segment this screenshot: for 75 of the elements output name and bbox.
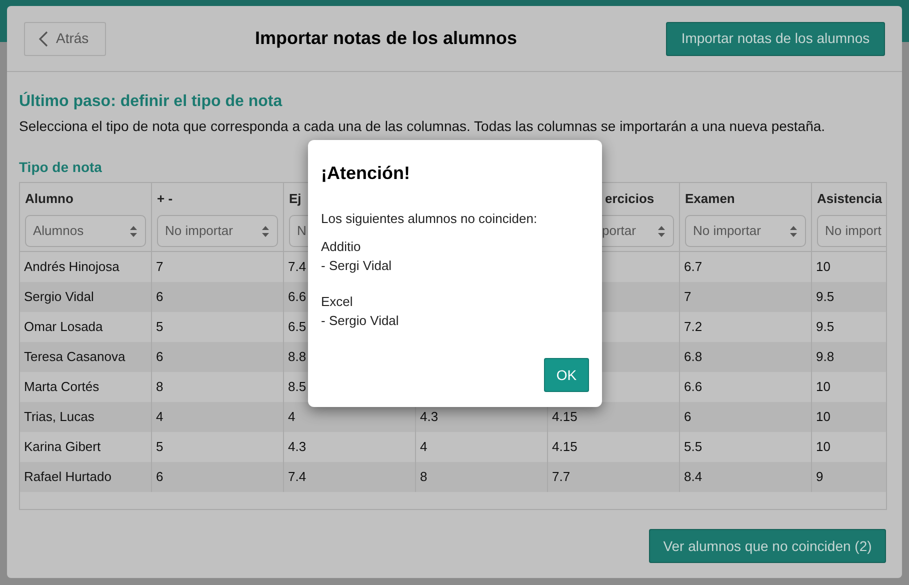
ok-button[interactable]: OK bbox=[544, 358, 589, 392]
table-cell-text: 4 bbox=[420, 438, 428, 456]
table-cell-text: 4.15 bbox=[552, 438, 578, 456]
sort-arrows-icon bbox=[790, 226, 797, 236]
table-cell-text: 9.5 bbox=[816, 288, 834, 306]
table-cell-text: 9.5 bbox=[816, 318, 834, 336]
column-heading: Ej bbox=[289, 191, 302, 207]
table-cell-text: Marta Cortés bbox=[24, 378, 100, 396]
table-cell-text: 5.5 bbox=[684, 438, 702, 456]
sort-arrows-icon bbox=[262, 226, 269, 236]
source-name: Additio bbox=[321, 238, 362, 256]
table-cell-text: 8.8 bbox=[288, 348, 306, 366]
column-heading: Alumno bbox=[25, 191, 74, 207]
table-cell-text: 10 bbox=[816, 378, 830, 396]
step-title: Último paso: definir el tipo de nota bbox=[19, 92, 284, 112]
table-cell-text: 4 bbox=[288, 408, 296, 426]
mismatched-student: - Sergio Vidal bbox=[321, 312, 400, 330]
table-cell-text: 9.8 bbox=[816, 348, 834, 366]
table-cell-text: 6.6 bbox=[288, 288, 306, 306]
step-description: Selecciona el tipo de nota que corresponda a cada una de las columnas. Todas las columnas se importarán a una nueva pestaña. bbox=[19, 117, 826, 135]
alert-message: Los siguientes alumnos no coinciden: bbox=[321, 211, 538, 227]
grade-type-select[interactable]: No importar bbox=[157, 215, 278, 247]
mismatch-button[interactable]: Ver alumnos que no coinciden (2) bbox=[649, 529, 886, 563]
dialog-title: Importar notas de los alumnos bbox=[254, 27, 518, 50]
table-cell-text: 8.4 bbox=[684, 468, 702, 486]
table-cell-text: 4.3 bbox=[420, 408, 438, 426]
table-cell-text: Trias, Lucas bbox=[24, 408, 94, 426]
import-button[interactable]: Importar notas de los alumnos bbox=[666, 22, 885, 56]
table-cell-text: Omar Losada bbox=[24, 318, 103, 336]
table-cell-text: 8 bbox=[156, 378, 164, 396]
table-cell-text: 10 bbox=[816, 408, 830, 426]
table-cell-text: 6 bbox=[156, 288, 164, 306]
table-cell-text: 7.2 bbox=[684, 318, 702, 336]
source-name: Excel bbox=[321, 293, 354, 311]
grade-type-select[interactable]: No importar bbox=[685, 215, 806, 247]
section-label: Tipo de nota bbox=[19, 158, 102, 176]
table-cell-text: 6 bbox=[684, 408, 692, 426]
table-cell-text: 5 bbox=[156, 318, 164, 336]
table-cell-text: 6.5 bbox=[288, 318, 306, 336]
sort-arrows-icon bbox=[658, 226, 665, 236]
column-heading: ercicios bbox=[604, 191, 656, 207]
table-cell-text: 10 bbox=[816, 438, 830, 456]
table-cell-text: 7.4 bbox=[288, 258, 306, 276]
sort-arrows-icon bbox=[130, 226, 137, 236]
alert-title: ¡Atención! bbox=[321, 162, 411, 184]
mismatched-student: - Sergi Vidal bbox=[321, 257, 393, 275]
table-cell-text: 7 bbox=[156, 258, 164, 276]
table-cell-text: 4.3 bbox=[288, 438, 306, 456]
table-cell-text: 5 bbox=[156, 438, 164, 456]
column-heading: Asistencia bbox=[817, 191, 884, 207]
table-cell-text: Teresa Casanova bbox=[24, 348, 126, 366]
table-cell-text: 4.15 bbox=[552, 408, 578, 426]
table-cell-text: 6.7 bbox=[684, 258, 702, 276]
table-cell-text: 7.7 bbox=[552, 468, 570, 486]
chevron-left-icon bbox=[39, 30, 48, 46]
table-cell-text: 8 bbox=[420, 468, 428, 486]
back-button[interactable]: Atrás bbox=[24, 22, 106, 56]
table-cell-text: 6.6 bbox=[684, 378, 702, 396]
table-cell-text: Karina Gibert bbox=[24, 438, 101, 456]
grade-type-select[interactable]: No import bbox=[817, 215, 886, 247]
table-cell-text: 10 bbox=[816, 258, 830, 276]
grade-type-select[interactable]: Alumnos bbox=[25, 215, 146, 247]
column-heading: Examen bbox=[685, 191, 736, 207]
table-cell-text: Rafael Hurtado bbox=[24, 468, 112, 486]
table-cell-text: 6.8 bbox=[684, 348, 702, 366]
table-cell-text: Sergio Vidal bbox=[24, 288, 94, 306]
table-cell-text: 6 bbox=[156, 348, 164, 366]
table-cell-text: 7 bbox=[684, 288, 692, 306]
table-cell-text: 4 bbox=[156, 408, 164, 426]
table-cell-text: 9 bbox=[816, 468, 824, 486]
table-cell-text: Andrés Hinojosa bbox=[24, 258, 120, 276]
table-cell-text: 8.5 bbox=[288, 378, 306, 396]
column-heading: + - bbox=[157, 191, 174, 207]
table-cell-text: 7.4 bbox=[288, 468, 306, 486]
table-cell-text: 6 bbox=[156, 468, 164, 486]
